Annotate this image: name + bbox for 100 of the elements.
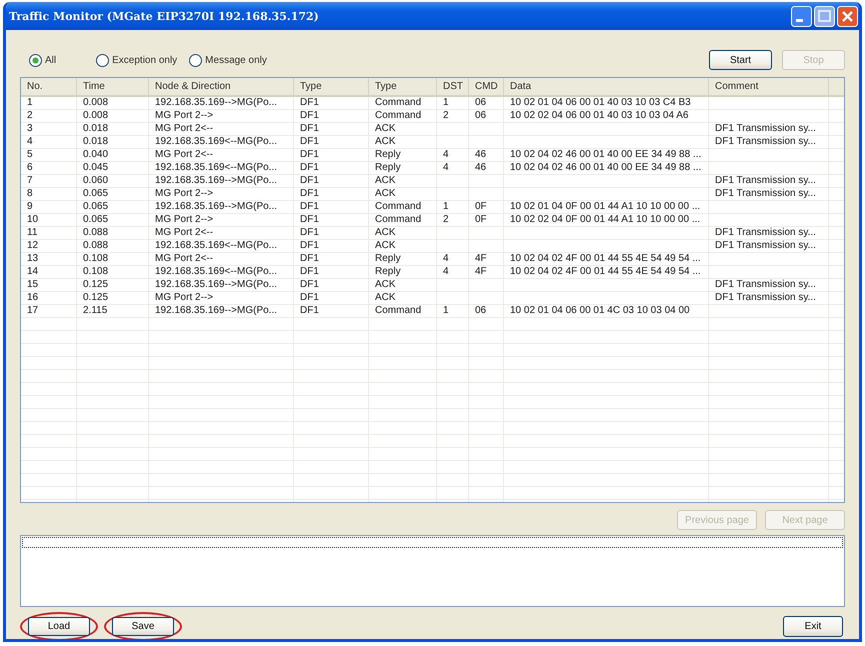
table-cell: 17 — [27, 305, 38, 317]
table-cell: 10 02 01 04 0F 00 01 44 A1 10 10 00 00 ... — [510, 201, 700, 213]
table-cell: DF1 Transmission sy... — [715, 279, 816, 291]
table-cell: DF1 Transmission sy... — [715, 175, 816, 187]
table-cell: Reply — [375, 266, 401, 278]
table-cell: 14 — [27, 266, 38, 278]
table-cell: 10 02 04 02 4F 00 01 44 55 4E 54 49 54 ... — [510, 253, 701, 265]
minimize-icon[interactable] — [791, 6, 812, 26]
table-cell: ACK — [375, 292, 396, 304]
table-cell: DF1 — [300, 162, 319, 174]
table-cell: MG Port 2--> — [155, 110, 214, 122]
table-cell: 1 — [443, 97, 449, 109]
table-cell: DF1 — [300, 149, 319, 161]
column-header[interactable]: Type — [294, 78, 369, 95]
table-cell: DF1 — [300, 175, 319, 187]
table-cell: DF1 — [300, 201, 319, 213]
table-cell: 0.040 — [83, 149, 108, 161]
table-cell: 4 — [443, 266, 449, 278]
table-cell: 46 — [475, 149, 486, 161]
table-cell: ACK — [375, 188, 396, 200]
table-cell: 10 02 02 04 0F 00 01 44 A1 10 10 00 00 ... — [510, 214, 700, 226]
table-cell: 0.108 — [83, 253, 108, 265]
table-cell: 0.125 — [83, 292, 108, 304]
table-cell: DF1 — [300, 292, 319, 304]
table-cell: 192.168.35.169<--MG(Po... — [155, 266, 278, 278]
column-header[interactable]: Type — [369, 78, 437, 95]
table-cell: 1 — [27, 97, 33, 109]
column-header[interactable]: Data — [504, 78, 709, 95]
action-button[interactable]: Exit — [783, 616, 843, 636]
table-cell: 10 02 02 04 06 00 01 40 03 10 03 04 A6 — [510, 110, 688, 122]
column-header[interactable]: DST — [437, 78, 469, 95]
action-button[interactable]: Save — [112, 616, 174, 636]
table-cell: 1 — [443, 201, 449, 213]
table-cell: DF1 Transmission sy... — [715, 240, 816, 252]
window-title: Traffic Monitor (MGate EIP3270I 192.168.35.172) — [9, 10, 319, 22]
table-cell: ACK — [375, 227, 396, 239]
filter-radio[interactable]: Exception only — [96, 54, 178, 66]
table-cell: 16 — [27, 292, 38, 304]
filter-radio[interactable]: Message only — [189, 54, 267, 66]
column-header[interactable]: Node & Direction — [149, 78, 294, 95]
table-cell: 3 — [27, 123, 33, 135]
table-cell: Reply — [375, 149, 401, 161]
table-cell: 0.065 — [83, 201, 108, 213]
table-cell: 2 — [27, 110, 33, 122]
column-header[interactable]: No. — [21, 78, 77, 95]
table-cell: 192.168.35.169-->MG(Po... — [155, 97, 278, 109]
table-cell: 10 02 01 04 06 00 01 4C 03 10 03 04 00 — [510, 305, 690, 317]
table-cell: Command — [375, 201, 422, 213]
table-cell: MG Port 2<-- — [155, 253, 214, 265]
column-header[interactable]: Comment — [709, 78, 829, 95]
close-icon[interactable] — [837, 6, 858, 26]
table-cell: 15 — [27, 279, 38, 291]
table-cell: DF1 — [300, 188, 319, 200]
table-cell: 1 — [443, 305, 449, 317]
table-cell: 10 02 04 02 46 00 01 40 00 EE 34 49 88 ... — [510, 162, 702, 174]
table-cell: 0F — [475, 201, 487, 213]
table-cell: 0.108 — [83, 266, 108, 278]
table-cell: 6 — [27, 162, 33, 174]
table-cell: 06 — [475, 110, 486, 122]
table-cell: 0F — [475, 214, 487, 226]
table-cell: DF1 Transmission sy... — [715, 292, 816, 304]
table-cell: DF1 — [300, 136, 319, 148]
column-header[interactable]: CMD — [469, 78, 504, 95]
table-cell: DF1 — [300, 279, 319, 291]
table-cell: 5 — [27, 149, 33, 161]
table-cell: 192.168.35.169<--MG(Po... — [155, 136, 278, 148]
filter-radio[interactable]: All — [29, 54, 56, 66]
maximize-icon[interactable] — [814, 6, 835, 26]
table-cell: DF1 Transmission sy... — [715, 227, 816, 239]
table-cell: Reply — [375, 253, 401, 265]
table-cell: 4F — [475, 266, 487, 278]
table-cell: 0.008 — [83, 110, 108, 122]
table-cell: ACK — [375, 136, 396, 148]
table-cell: 192.168.35.169-->MG(Po... — [155, 305, 278, 317]
table-cell: 4 — [27, 136, 33, 148]
table-cell: Command — [375, 305, 422, 317]
table-cell: 192.168.35.169-->MG(Po... — [155, 201, 278, 213]
table-cell: DF1 Transmission sy... — [715, 136, 816, 148]
log-area[interactable] — [20, 535, 845, 607]
table-cell: 4 — [443, 162, 449, 174]
table-cell: 06 — [475, 97, 486, 109]
table-cell: MG Port 2<-- — [155, 227, 214, 239]
start-button[interactable]: Start — [709, 50, 772, 70]
table-cell: 7 — [27, 175, 33, 187]
action-button[interactable]: Load — [28, 616, 90, 636]
table-cell: 10 02 04 02 46 00 01 40 00 EE 34 49 88 ... — [510, 149, 702, 161]
column-header[interactable]: Time — [77, 78, 149, 95]
table-cell: 13 — [27, 253, 38, 265]
table-cell: DF1 — [300, 123, 319, 135]
table-cell: 4 — [443, 253, 449, 265]
table-cell: 2 — [443, 110, 449, 122]
table-cell: 10 — [27, 214, 38, 226]
table-cell: DF1 — [300, 227, 319, 239]
table-cell: DF1 — [300, 240, 319, 252]
table-cell: DF1 — [300, 266, 319, 278]
table-cell: 0.125 — [83, 279, 108, 291]
table-cell: 2.115 — [83, 305, 108, 317]
table-cell: 192.168.35.169-->MG(Po... — [155, 279, 278, 291]
table-cell: 0.018 — [83, 123, 108, 135]
table-cell: DF1 — [300, 97, 319, 109]
